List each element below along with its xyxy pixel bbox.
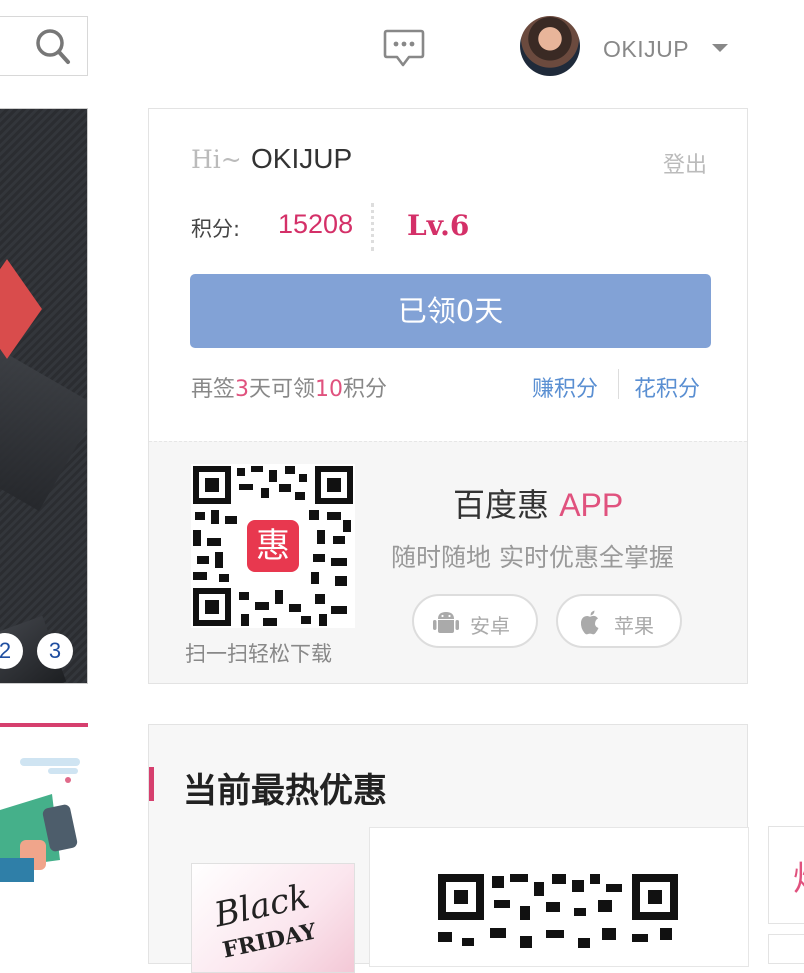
checkin-button[interactable]: 已领0天 — [190, 274, 711, 348]
banner-graphic — [0, 347, 87, 511]
side-deal-card[interactable]: 炒 — [768, 826, 804, 924]
header-username[interactable]: OKIJUP — [603, 36, 689, 63]
app-title-name: 百度惠 — [453, 486, 550, 524]
search-icon[interactable] — [35, 28, 71, 66]
app-download-panel: 惠 扫一扫轻松下载 百度惠 APP 随时随地 实时优惠全掌握 安卓 苹果 — [149, 441, 747, 683]
app-title-suffix: APP — [559, 487, 624, 523]
search-box[interactable] — [0, 16, 88, 76]
section-accent-bar — [149, 767, 154, 801]
section-title: 当前最热优惠 — [183, 771, 387, 811]
carousel-page-3[interactable]: 3 — [37, 633, 73, 669]
megaphone-illustration — [0, 758, 80, 882]
message-icon[interactable] — [383, 28, 425, 68]
sign-tip: 再签3天可领10积分 — [191, 371, 387, 403]
android-label: 安卓 — [470, 614, 510, 638]
qr-center-glyph: 惠 — [256, 526, 290, 566]
spend-points-link[interactable]: 花积分 — [634, 371, 700, 403]
chevron-down-icon[interactable] — [712, 44, 728, 52]
banner-graphic-red — [0, 259, 42, 359]
sign-tip-days: 3 — [235, 377, 250, 402]
promo-divider — [0, 723, 88, 727]
user-name: OKIJUP — [251, 143, 353, 174]
android-icon — [433, 612, 459, 633]
side-deal-card[interactable] — [768, 934, 804, 964]
sign-tip-text: 再签 — [191, 377, 236, 402]
qr-code: 惠 — [191, 464, 355, 628]
apple-icon — [580, 610, 599, 635]
earn-points-link[interactable]: 赚积分 — [532, 371, 598, 403]
banner-carousel[interactable]: 2 3 — [0, 108, 88, 684]
android-download-button[interactable]: 安卓 — [412, 594, 538, 648]
sign-tip-text: 天可领 — [249, 377, 316, 402]
avatar[interactable] — [520, 16, 580, 76]
app-subtitle: 随时随地 实时优惠全掌握 — [391, 543, 674, 572]
app-title: 百度惠 APP — [453, 480, 623, 526]
user-level: Lv.6 — [407, 209, 470, 242]
hot-deals-section: 当前最热优惠 Black FRIDAY — [148, 724, 749, 973]
points-value: 15208 — [278, 209, 354, 239]
deal-thumbnail[interactable]: Black FRIDAY — [191, 863, 355, 973]
scan-tip: 扫一扫轻松下载 — [185, 642, 332, 666]
points-label: 积分: — [191, 217, 241, 241]
ios-download-button[interactable]: 苹果 — [556, 594, 682, 648]
sign-tip-text: 积分 — [343, 377, 388, 402]
side-card-glyph: 炒 — [793, 851, 804, 900]
user-card: Hi~ OKIJUP 登出 积分: 15208 Lv.6 已领0天 再签3天可领… — [148, 108, 748, 684]
qr-code-large — [438, 874, 678, 948]
qr-popover — [369, 827, 749, 967]
ios-label: 苹果 — [614, 614, 654, 638]
divider — [371, 203, 374, 251]
divider — [618, 369, 619, 399]
logout-link[interactable]: 登出 — [663, 147, 707, 179]
greeting: Hi~ — [191, 145, 242, 174]
sign-tip-points: 10 — [315, 377, 344, 402]
